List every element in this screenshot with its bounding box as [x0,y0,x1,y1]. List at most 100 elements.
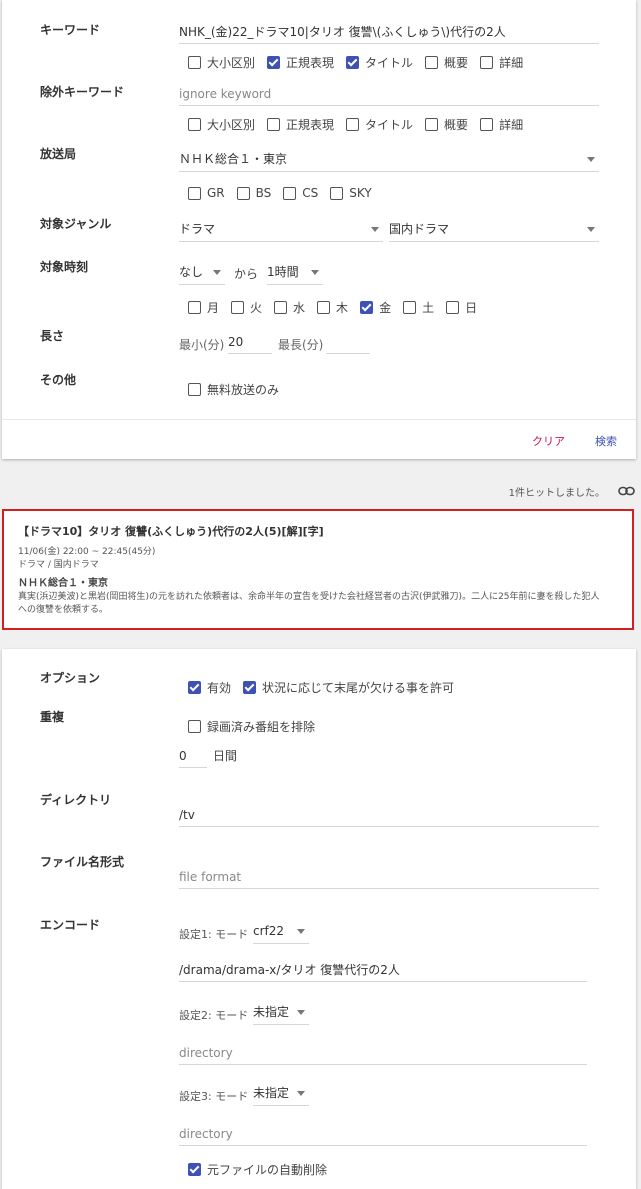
card-divider [2,419,636,420]
checkbox-box[interactable] [188,186,201,200]
weekday-options: 月 火 水 木 金 土 日 [188,299,489,316]
keyword-case-checkbox[interactable]: 大小区別 [188,54,255,71]
ignore-keyword-label: 除外キーワード [40,85,125,99]
max-duration-label: 最長(分) [278,338,324,352]
time-label: 対象時刻 [40,260,89,274]
gr-checkbox[interactable]: GR [188,186,225,200]
keyword-extended-checkbox[interactable]: 詳細 [480,54,523,71]
encode-mode1-select[interactable]: crf22 [253,920,309,944]
checkbox-box[interactable] [274,301,288,314]
checkbox-box[interactable] [480,118,494,131]
genre-select[interactable]: ドラマ [179,218,383,242]
checkbox-box[interactable] [267,56,281,69]
exclude-recorded-checkbox[interactable]: 録画済み番組を排除 [188,718,315,735]
option-label: オプション [40,671,101,685]
keyword-title-checkbox[interactable]: タイトル [346,54,413,71]
checkbox-label: 金 [379,301,392,315]
encode-mode2-value: 未指定 [253,1005,290,1019]
checkbox-label: 日 [465,301,478,315]
checkbox-label: 火 [250,301,263,315]
encode-mode2-select[interactable]: 未指定 [253,1001,309,1025]
encode-mode2-label: 設定2: モード [179,1009,249,1022]
program-channel: ＮＨＫ総合１・東京 [18,578,108,589]
checkbox-label: 詳細 [499,118,524,132]
search-button[interactable]: 検索 [595,433,617,449]
time-range-select[interactable]: 1時間 [267,261,323,285]
checkbox-box[interactable] [346,56,360,69]
subgenre-select[interactable]: 国内ドラマ [389,218,599,242]
time-range-value: 1時間 [267,265,299,279]
ignore-keyword-input[interactable]: ignore keyword [179,84,599,106]
file-format-input[interactable]: file format [179,867,599,889]
saturday-checkbox[interactable]: 土 [403,299,434,316]
bs-checkbox[interactable]: BS [236,186,271,200]
checkbox-box[interactable] [346,118,360,131]
checkbox-box[interactable] [425,118,439,131]
keyword-input[interactable]: NHK_(金)22_ドラマ10|タリオ 復讐\(ふくしゅう\)代行の2人 [179,22,599,44]
keyword-regex-checkbox[interactable]: 正規表現 [267,54,334,71]
ignore-description-checkbox[interactable]: 概要 [425,116,468,133]
station-select[interactable]: ＮＨＫ総合１・東京 [179,148,599,172]
sunday-checkbox[interactable]: 日 [446,299,477,316]
checkbox-box[interactable] [188,56,201,69]
checkbox-box[interactable] [188,720,201,733]
thursday-checkbox[interactable]: 木 [317,299,348,316]
ignore-regex-checkbox[interactable]: 正規表現 [267,116,334,133]
checkbox-box[interactable] [188,383,201,396]
wednesday-checkbox[interactable]: 水 [274,299,305,316]
checkbox-box[interactable] [283,186,297,200]
checkbox-box[interactable] [480,56,494,69]
ignore-keyword-options: 大小区別 正規表現 タイトル 概要 詳細 [188,116,535,133]
enabled-checkbox[interactable]: 有効 [188,679,231,696]
encode-directory1-input[interactable]: /drama/drama-x/タリオ 復讐代行の2人 [179,960,587,982]
checkbox-label: 状況に応じて末尾が欠ける事を許可 [262,681,455,695]
encode-mode3-select[interactable]: 未指定 [253,1082,309,1106]
checkbox-box[interactable] [231,301,245,314]
checkbox-box[interactable] [243,681,257,694]
sky-checkbox[interactable]: SKY [330,186,372,200]
min-duration-input[interactable]: 20 [228,332,272,354]
ignore-case-checkbox[interactable]: 大小区別 [188,116,255,133]
program-title: 【ドラマ10】タリオ 復讐(ふくしゅう)代行の2人(5)[解][字] [18,525,324,538]
tuesday-checkbox[interactable]: 火 [231,299,262,316]
checkbox-box[interactable] [267,118,281,131]
encode-label: エンコード [40,918,101,932]
duration-label: 長さ [40,329,65,343]
checkbox-label: 有効 [207,681,232,695]
from-text: から [234,267,259,281]
checkbox-box[interactable] [188,118,201,131]
ignore-extended-checkbox[interactable]: 詳細 [480,116,523,133]
allow-end-lack-checkbox[interactable]: 状況に応じて末尾が欠ける事を許可 [243,679,454,696]
dup-days-input[interactable]: 0 [179,746,207,768]
checkbox-box[interactable] [330,186,344,200]
program-result-item[interactable]: 【ドラマ10】タリオ 復讐(ふくしゅう)代行の2人(5)[解][字] 11/06… [2,509,634,630]
friday-checkbox[interactable]: 金 [360,299,391,316]
ignore-title-checkbox[interactable]: タイトル [346,116,413,133]
auto-delete-checkbox[interactable]: 元ファイルの自動削除 [188,1161,327,1178]
directory-input[interactable]: /tv [179,805,599,827]
encode-directory2-input[interactable]: directory [179,1043,587,1065]
chevron-down-icon [311,270,319,275]
cs-checkbox[interactable]: CS [283,186,318,200]
checkbox-box[interactable] [403,301,417,314]
monday-checkbox[interactable]: 月 [188,299,219,316]
checkbox-box[interactable] [446,301,460,314]
free-only-checkbox[interactable]: 無料放送のみ [188,381,279,398]
encode-directory3-input[interactable]: directory [179,1124,587,1146]
clear-button[interactable]: クリア [532,433,565,449]
checkbox-label: タイトル [365,118,414,132]
keyword-description-checkbox[interactable]: 概要 [425,54,468,71]
max-duration-input[interactable] [326,332,370,354]
checkbox-box[interactable] [317,301,331,314]
checkbox-box[interactable] [425,56,439,69]
checkbox-box[interactable] [188,1163,201,1176]
start-time-select[interactable]: なし [179,261,225,285]
start-time-value: なし [179,265,204,279]
broadcast-type-options: GR BS CS SKY [188,186,384,200]
link-icon[interactable] [618,486,635,496]
checkbox-box[interactable] [360,301,374,314]
checkbox-box[interactable] [188,301,201,314]
checkbox-box[interactable] [236,186,250,200]
checkbox-box[interactable] [188,681,201,694]
dup-days-unit: 日間 [213,749,238,763]
